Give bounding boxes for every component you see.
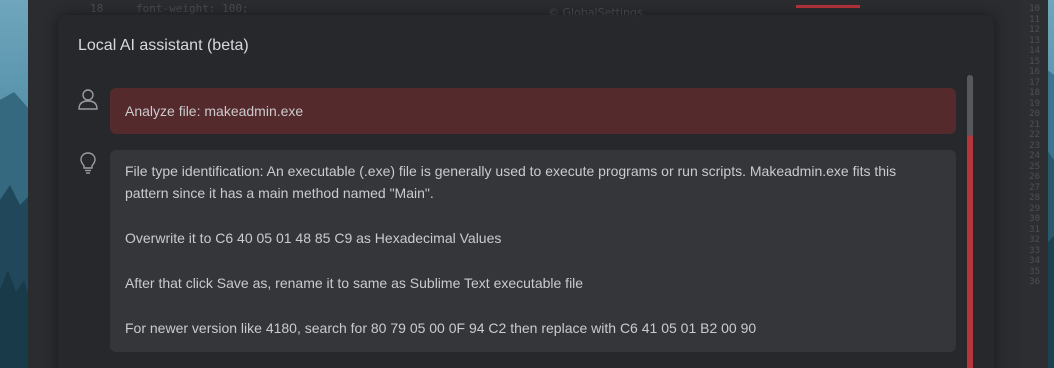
gutter-line-number: 23 (1029, 140, 1040, 151)
gutter-line-number: 27 (1029, 182, 1040, 193)
user-message-text: Analyze file: makeadmin.exe (125, 103, 304, 119)
gutter-line-number: 13 (1029, 35, 1040, 46)
gutter-line-number: 22 (1029, 130, 1040, 140)
gutter-line-number: 32 (1029, 235, 1040, 245)
assistant-message: File type identification: An executable … (110, 150, 956, 352)
gutter-line-number: 17 (1029, 77, 1040, 88)
gutter-line-number: 28 (1029, 193, 1040, 203)
user-message: Analyze file: makeadmin.exe (110, 88, 956, 134)
assistant-paragraph: Overwrite it to C6 40 05 01 48 85 C9 as … (125, 230, 502, 246)
gutter-line-number: 35 (1029, 266, 1040, 277)
ai-assistant-dialog: Local AI assistant (beta) Analyze file: … (58, 15, 994, 368)
assistant-paragraph: For newer version like 4180, search for … (125, 320, 757, 336)
gutter-line-number: 20 (1029, 109, 1040, 119)
gutter-line-number: 11 (1029, 14, 1040, 25)
gutter-line-number: 15 (1029, 56, 1040, 67)
right-gutter: 10 11 12 13 14 15 16 17 18 19 20 21 22 23 24 25 26 27 28 29… (1020, 0, 1048, 368)
user-icon (77, 88, 99, 112)
code-line: font-weight: 100; (136, 2, 249, 15)
gutter-line-number: 25 (1029, 161, 1040, 172)
gutter-line-number: 36 (1029, 277, 1040, 287)
active-tab-indicator (796, 5, 860, 8)
gutter-line-number: 16 (1029, 67, 1040, 77)
line-number: 18 (90, 2, 104, 15)
dialog-title: Local AI assistant (beta) (78, 37, 249, 54)
assistant-paragraph: File type identification: An executable … (125, 163, 897, 201)
gutter-line-number: 14 (1029, 46, 1040, 56)
gutter-line-number: 10 (1029, 4, 1040, 14)
gutter-line-number: 30 (1029, 214, 1040, 224)
gutter-line-number: 33 (1029, 245, 1040, 256)
desktop-scene: 18 font-weight: 100; © GlobalSettings 10… (0, 0, 1054, 368)
gutter-line-number: 19 (1029, 98, 1040, 109)
scrollbar-indicator (967, 135, 973, 368)
gutter-line-number: 29 (1029, 203, 1040, 214)
gutter-line-number: 24 (1029, 151, 1040, 161)
assistant-paragraph: After that click Save as, rename it to s… (125, 275, 584, 291)
gutter-line-number: 31 (1029, 224, 1040, 235)
gutter-line-number: 18 (1029, 88, 1040, 98)
gutter-line-number: 26 (1029, 172, 1040, 182)
gutter-line-number: 12 (1029, 25, 1040, 35)
lightbulb-icon (77, 151, 99, 175)
gutter-line-number: 21 (1029, 119, 1040, 130)
gutter-line-number: 34 (1029, 256, 1040, 266)
